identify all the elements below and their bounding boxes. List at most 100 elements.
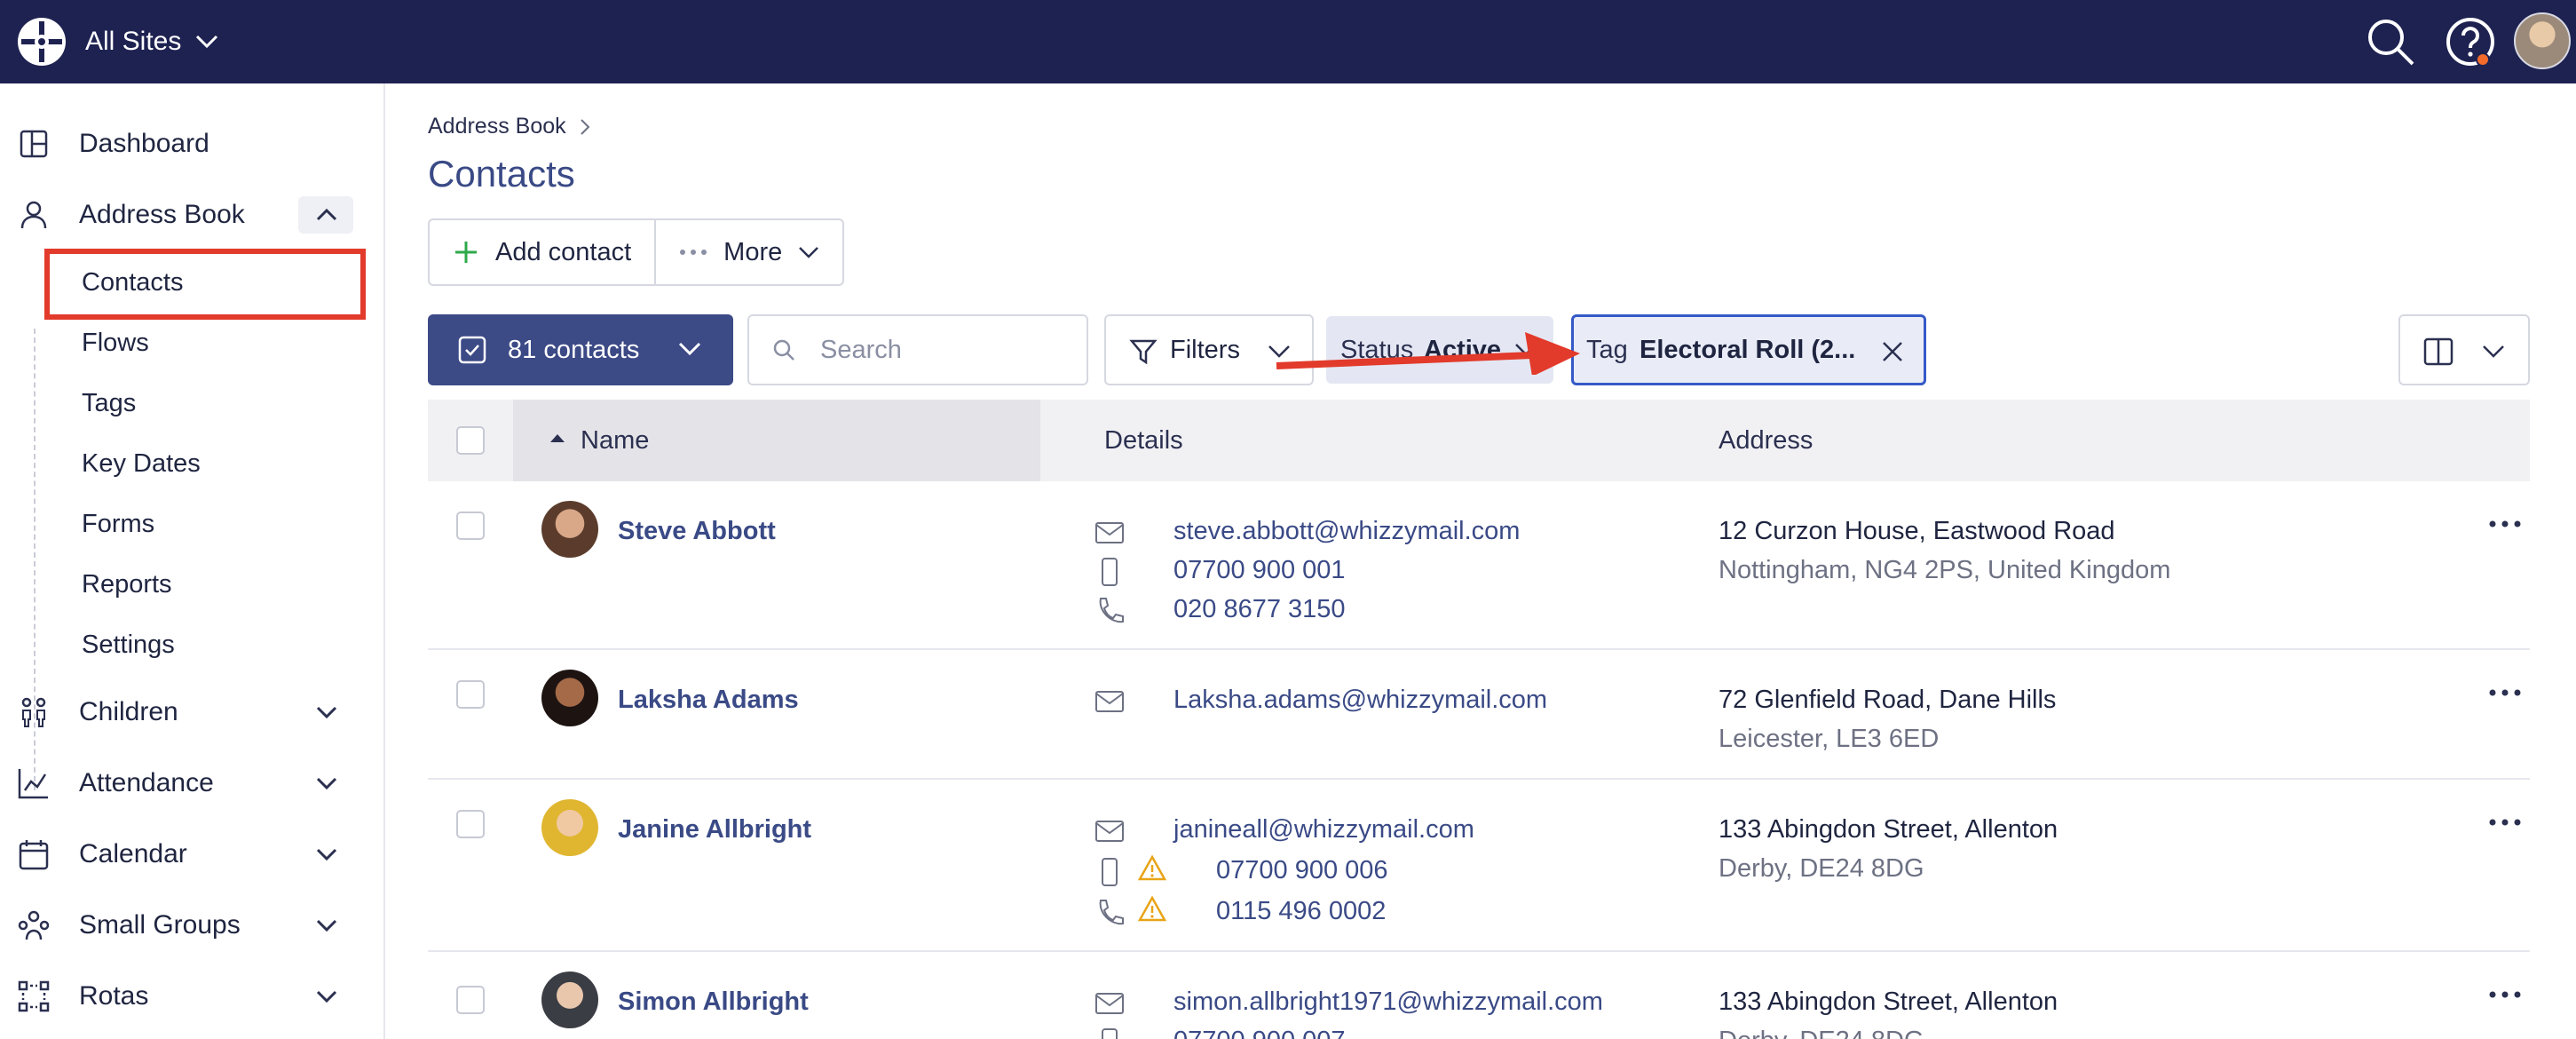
breadcrumb-link-address-book[interactable]: Address Book bbox=[428, 114, 566, 139]
app-logo-icon[interactable] bbox=[16, 16, 67, 67]
table-row[interactable]: Steve Abbott steve.abbott@whizzymail.com… bbox=[428, 481, 2530, 650]
email-link[interactable]: simon.allbright1971@whizzymail.com bbox=[1173, 987, 1603, 1017]
chevron-right-icon bbox=[580, 118, 590, 135]
add-contact-button[interactable]: Add contact bbox=[430, 220, 654, 284]
chevron-down-icon bbox=[316, 848, 337, 861]
chevron-down-icon bbox=[316, 706, 337, 719]
children-icon bbox=[21, 697, 46, 727]
sidebar-item-address-book[interactable]: Address Book bbox=[0, 184, 385, 246]
row-checkbox[interactable] bbox=[456, 810, 485, 838]
sidebar-item-rotas[interactable]: Rotas bbox=[0, 965, 385, 1027]
mobile-phone-icon bbox=[1102, 558, 1118, 586]
sidebar-subitem-reports[interactable]: Reports bbox=[82, 570, 172, 599]
row-more-icon[interactable] bbox=[2487, 684, 2523, 702]
mobile-link[interactable]: 07700 900 007 bbox=[1173, 1027, 1346, 1039]
address-line-2: Derby, DE24 8DG bbox=[1719, 854, 1924, 883]
phone-icon bbox=[1099, 598, 1124, 623]
email-link[interactable]: Laksha.adams@whizzymail.com bbox=[1173, 686, 1547, 715]
columns-icon bbox=[2423, 337, 2454, 366]
sidebar-subitem-settings[interactable]: Settings bbox=[82, 631, 175, 660]
sidebar: Dashboard Address Book Contacts Flows Ta… bbox=[0, 83, 385, 1039]
sidebar-item-attendance[interactable]: Attendance bbox=[0, 752, 385, 814]
sidebar-subitem-forms[interactable]: Forms bbox=[82, 510, 154, 539]
sidebar-subitem-flows[interactable]: Flows bbox=[82, 329, 149, 358]
more-button[interactable]: More bbox=[654, 220, 842, 284]
avatar bbox=[541, 670, 598, 726]
table-row[interactable]: Janine Allbright janineall@whizzymail.co… bbox=[428, 780, 2530, 952]
chevron-down-icon bbox=[316, 777, 337, 790]
row-more-icon[interactable] bbox=[2487, 813, 2523, 831]
notification-dot bbox=[2476, 52, 2490, 67]
sidebar-item-label: Calendar bbox=[79, 839, 187, 868]
address-line-1: 12 Curzon House, Eastwood Road bbox=[1719, 517, 2115, 545]
sidebar-item-dashboard[interactable]: Dashboard bbox=[0, 113, 385, 175]
sidebar-subitem-key-dates[interactable]: Key Dates bbox=[82, 449, 201, 479]
action-button-group: Add contact More bbox=[428, 218, 845, 286]
contact-name-link[interactable]: Simon Allbright bbox=[618, 987, 809, 1017]
sidebar-item-label: Rotas bbox=[79, 981, 149, 1011]
breadcrumb: Address Book bbox=[428, 114, 591, 139]
table-row[interactable]: Simon Allbright simon.allbright1971@whiz… bbox=[428, 952, 2530, 1039]
email-link[interactable]: steve.abbott@whizzymail.com bbox=[1173, 517, 1520, 546]
search-icon bbox=[773, 339, 794, 361]
group-icon bbox=[18, 910, 50, 940]
row-more-icon[interactable] bbox=[2487, 986, 2523, 1003]
select-all-checkbox[interactable] bbox=[456, 426, 485, 455]
contact-name-link[interactable]: Janine Allbright bbox=[618, 815, 811, 845]
address-line-1: 133 Abingdon Street, Allenton bbox=[1719, 987, 2058, 1016]
checkbox-checked-icon bbox=[458, 336, 486, 364]
tag-filter-chip[interactable]: Tag Electoral Roll (2... bbox=[1571, 314, 1926, 385]
phone-link[interactable]: 020 8677 3150 bbox=[1173, 595, 1346, 624]
avatar bbox=[541, 799, 598, 856]
sidebar-item-label: Address Book bbox=[79, 200, 245, 229]
person-icon bbox=[20, 201, 47, 229]
dashboard-icon bbox=[20, 130, 48, 158]
plus-icon bbox=[455, 242, 477, 263]
sidebar-item-label: Children bbox=[79, 697, 178, 726]
contact-name-link[interactable]: Steve Abbott bbox=[618, 517, 776, 546]
row-checkbox[interactable] bbox=[456, 512, 485, 540]
sort-up-icon bbox=[550, 434, 565, 442]
contact-name-link[interactable]: Laksha Adams bbox=[618, 686, 799, 715]
tag-filter-key: Tag bbox=[1586, 335, 1628, 364]
mobile-link[interactable]: 07700 900 006 bbox=[1216, 856, 1388, 885]
chevron-down-icon bbox=[2483, 345, 2504, 358]
row-checkbox[interactable] bbox=[456, 986, 485, 1014]
sidebar-item-calendar[interactable]: Calendar bbox=[0, 823, 385, 885]
envelope-icon bbox=[1095, 993, 1124, 1014]
sidebar-subitem-tags[interactable]: Tags bbox=[82, 389, 136, 418]
row-more-icon[interactable] bbox=[2487, 515, 2523, 533]
mobile-phone-icon bbox=[1102, 858, 1118, 886]
tag-filter-value: Electoral Roll (2... bbox=[1640, 335, 1856, 364]
table-header: Name Details Address bbox=[428, 400, 2530, 481]
table-row[interactable]: Laksha Adams Laksha.adams@whizzymail.com… bbox=[428, 650, 2530, 780]
filter-icon bbox=[1129, 339, 1158, 365]
mobile-link[interactable]: 07700 900 001 bbox=[1173, 556, 1346, 585]
add-contact-label: Add contact bbox=[495, 237, 632, 266]
address-line-1: 133 Abingdon Street, Allenton bbox=[1719, 815, 2058, 844]
bulk-select-button[interactable]: 81 contacts bbox=[428, 314, 733, 385]
chart-icon bbox=[18, 769, 48, 799]
search-input[interactable]: Search bbox=[747, 314, 1088, 385]
address-line-1: 72 Glenfield Road, Dane Hills bbox=[1719, 686, 2057, 714]
user-avatar[interactable] bbox=[2514, 12, 2571, 69]
search-icon[interactable] bbox=[2365, 16, 2416, 67]
avatar bbox=[541, 501, 598, 558]
column-layout-button[interactable] bbox=[2398, 314, 2530, 385]
address-column-header: Address bbox=[1719, 426, 1813, 455]
row-checkbox[interactable] bbox=[456, 680, 485, 709]
site-switcher-label: All Sites bbox=[85, 27, 182, 56]
site-switcher[interactable]: All Sites bbox=[85, 0, 218, 83]
sidebar-item-small-groups[interactable]: Small Groups bbox=[0, 894, 385, 956]
sidebar-item-children[interactable]: Children bbox=[0, 681, 385, 743]
warning-icon bbox=[1138, 854, 1166, 881]
close-icon[interactable] bbox=[1881, 340, 1904, 363]
phone-link[interactable]: 0115 496 0002 bbox=[1216, 897, 1386, 926]
address-line-2: Leicester, LE3 6ED bbox=[1719, 725, 1940, 753]
name-column-header[interactable]: Name bbox=[513, 400, 1040, 481]
name-column-label: Name bbox=[581, 426, 650, 455]
warning-icon bbox=[1138, 895, 1166, 922]
email-link[interactable]: janineall@whizzymail.com bbox=[1173, 815, 1474, 845]
rotas-icon bbox=[18, 980, 50, 1012]
main-content: Address Book Contacts Add contact More 8… bbox=[387, 83, 2576, 1039]
